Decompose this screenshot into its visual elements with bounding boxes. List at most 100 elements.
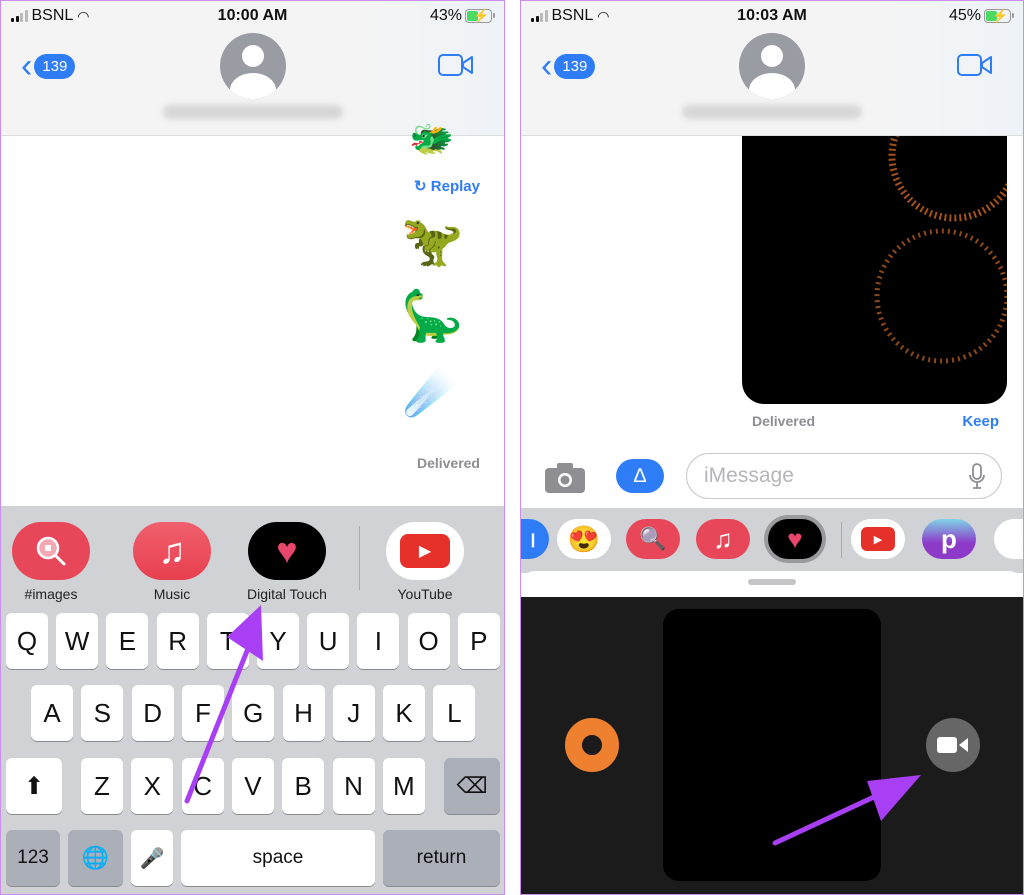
replay-label: Replay	[430, 178, 480, 195]
sticker-dragon-face[interactable]: 🐲	[409, 121, 454, 157]
numbers-key[interactable]: 123	[6, 830, 60, 886]
key-o[interactable]: O	[407, 613, 450, 669]
replay-button[interactable]: ↻ Replay	[414, 177, 480, 195]
left-screen: BSNL ◠ 10:00 AM 43% ⚡ ‹ 139 🐲 ↻ Replay 🦖 🦕 …	[0, 0, 505, 895]
space-key[interactable]: space	[181, 830, 375, 886]
digital-touch-heart-icon: ♥	[787, 523, 803, 554]
app-music[interactable]: ♫ Music	[133, 522, 211, 602]
drawing-canvas[interactable]	[663, 609, 881, 881]
memoji-icon: 😍	[567, 523, 601, 554]
app-label: Music	[153, 586, 191, 602]
shift-icon: ⬆	[23, 772, 45, 800]
key-q[interactable]: Q	[6, 613, 48, 669]
key-c[interactable]: C	[181, 758, 224, 814]
app-digital-touch[interactable]: ♥ Digital Touch	[247, 522, 327, 602]
facetime-video-icon[interactable]	[438, 53, 474, 77]
camera-icon[interactable]	[545, 463, 585, 493]
app-strip-digital-touch[interactable]: ♥	[768, 519, 822, 559]
clock: 10:00 AM	[217, 7, 288, 24]
app-strip-music[interactable]: ♫	[696, 519, 750, 559]
sticker-t-rex[interactable]: 🦖	[401, 216, 463, 266]
keyboard: Q W E R T Y U I O P A S D F G H J K L ⬆ Z X C V B N M ⌫ 123 🌐 🎤 space re…	[1, 607, 504, 894]
app-strip-google-maps[interactable]: ●	[994, 519, 1023, 559]
color-picker-button[interactable]	[565, 718, 619, 772]
shift-key[interactable]: ⬆	[6, 758, 62, 814]
key-e[interactable]: E	[106, 613, 149, 669]
sparkle-circles-drawing	[874, 136, 1007, 364]
contact-name-blurred	[682, 105, 862, 119]
key-i[interactable]: I	[357, 613, 400, 669]
imessage-placeholder: iMessage	[704, 464, 794, 487]
status-bar: BSNL ◠ 10:03 AM 45% ⚡	[521, 1, 1023, 31]
video-record-button[interactable]	[926, 718, 980, 772]
app-strip-youtube[interactable]: ▶	[851, 519, 905, 559]
status-bar: BSNL ◠ 10:00 AM 43% ⚡	[1, 1, 504, 31]
key-x[interactable]: X	[131, 758, 174, 814]
conversation-header: BSNL ◠ 10:00 AM 43% ⚡ ‹ 139	[1, 1, 504, 136]
sticker-sauropod[interactable]: 🦕	[401, 291, 463, 341]
key-s[interactable]: S	[81, 685, 124, 741]
delivered-status: Delivered	[752, 413, 816, 429]
battery-percent: 43%	[429, 7, 462, 24]
divider	[841, 522, 842, 558]
youtube-play-icon: ▶	[386, 522, 464, 580]
app-label: #images	[24, 586, 78, 602]
return-key[interactable]: return	[383, 830, 500, 886]
key-v[interactable]: V	[231, 758, 274, 814]
microphone-icon[interactable]	[969, 463, 985, 489]
keep-button[interactable]: Keep	[962, 413, 999, 430]
app-strip-picsart[interactable]: p	[922, 519, 976, 559]
app-store-button[interactable]: ∆	[616, 459, 664, 493]
contact-avatar[interactable]	[739, 33, 805, 99]
delivered-status: Delivered	[416, 455, 480, 471]
key-f[interactable]: F	[181, 685, 224, 741]
app-images[interactable]: #images	[12, 522, 90, 602]
back-button[interactable]: ‹ 139	[541, 49, 596, 83]
imessage-input[interactable]: iMessage	[686, 453, 1002, 499]
globe-key[interactable]: 🌐	[68, 830, 123, 886]
key-w[interactable]: W	[56, 613, 99, 669]
picsart-icon: p	[941, 523, 957, 554]
key-u[interactable]: U	[307, 613, 350, 669]
key-l[interactable]: L	[433, 685, 476, 741]
key-m[interactable]: M	[382, 758, 425, 814]
conversation-header: BSNL ◠ 10:03 AM 45% ⚡ ‹ 139	[521, 1, 1023, 136]
app-strip-audio[interactable]: ❙	[521, 519, 549, 559]
globe-icon: 🌐	[81, 845, 110, 870]
sheet-grabber[interactable]	[748, 579, 796, 585]
app-strip-memoji[interactable]: 😍	[557, 519, 611, 559]
key-h[interactable]: H	[282, 685, 325, 741]
key-g[interactable]: G	[232, 685, 275, 741]
app-drawer: #images ♫ Music ♥ Digital Touch ▶ YouTub…	[1, 506, 504, 608]
key-t[interactable]: T	[206, 613, 249, 669]
facetime-video-icon[interactable]	[957, 53, 993, 77]
divider	[359, 526, 360, 590]
dictation-key[interactable]: 🎤	[131, 830, 173, 886]
music-note-icon: ♫	[133, 522, 211, 580]
key-k[interactable]: K	[383, 685, 426, 741]
key-p[interactable]: P	[457, 613, 500, 669]
key-r[interactable]: R	[156, 613, 199, 669]
images-search-icon	[12, 522, 90, 580]
audio-icon: ❙	[527, 530, 539, 547]
key-n[interactable]: N	[332, 758, 375, 814]
app-strip-images[interactable]: 🔍	[626, 519, 680, 559]
battery-icon: ⚡	[984, 8, 1014, 23]
microphone-icon: 🎤	[139, 847, 165, 870]
key-y[interactable]: Y	[257, 613, 299, 669]
app-youtube[interactable]: ▶ YouTube	[386, 522, 464, 602]
key-z[interactable]: Z	[81, 758, 123, 814]
key-j[interactable]: J	[332, 685, 375, 741]
key-a[interactable]: A	[31, 685, 73, 741]
back-button[interactable]: ‹ 139	[21, 49, 76, 83]
delete-key[interactable]: ⌫	[444, 758, 500, 814]
contact-avatar[interactable]	[219, 33, 286, 99]
key-b[interactable]: B	[282, 758, 325, 814]
message-input-bar: ∆ iMessage	[521, 441, 1023, 509]
clock: 10:03 AM	[737, 7, 807, 24]
sticker-comet[interactable]: ☄️	[403, 371, 458, 415]
key-d[interactable]: D	[131, 685, 174, 741]
digital-touch-message-bubble[interactable]	[742, 136, 1007, 404]
digital-touch-heart-icon: ♥	[247, 522, 326, 580]
app-label: YouTube	[397, 586, 453, 602]
